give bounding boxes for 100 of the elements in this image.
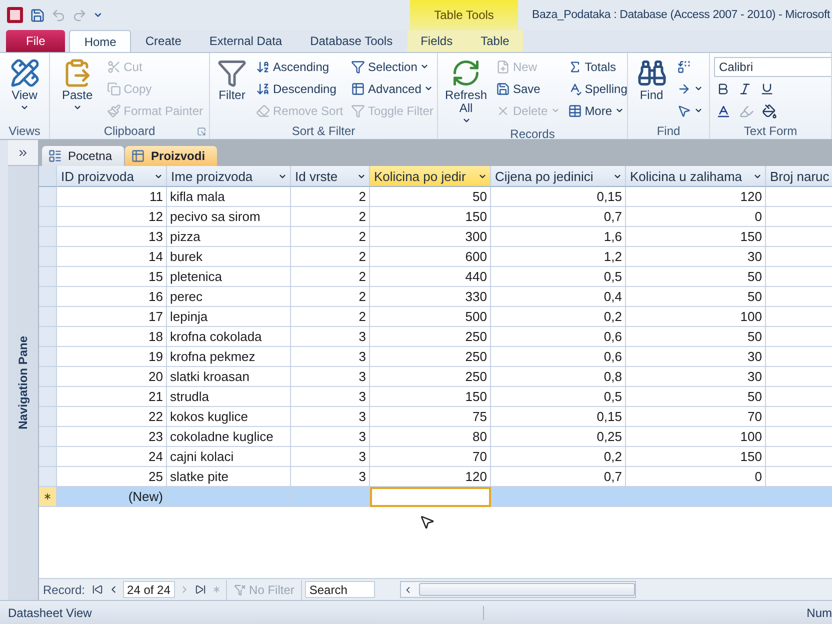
column-header[interactable]: Cijena po jedinici <box>491 166 626 187</box>
column-header[interactable]: ID proizvoda <box>57 166 167 187</box>
dialog-launcher-icon[interactable] <box>197 127 206 136</box>
asterisk-icon <box>42 491 53 502</box>
group-label: Sort & Filter <box>292 124 356 138</box>
fill-color-icon[interactable] <box>762 104 777 119</box>
table-icon <box>568 104 582 118</box>
ribbon-tab[interactable]: External Data <box>195 30 296 52</box>
ribbon-button[interactable]: Descending <box>254 78 346 99</box>
row-selector[interactable] <box>39 227 57 247</box>
bold-icon[interactable] <box>716 82 730 96</box>
row-selector[interactable] <box>39 267 57 287</box>
table-cell: 2 <box>291 267 370 287</box>
table-cell[interactable] <box>167 487 291 507</box>
ribbon-button[interactable]: Find <box>632 56 671 123</box>
new-record-selector[interactable] <box>39 487 57 507</box>
ribbon-tab[interactable]: Fields <box>406 30 467 52</box>
table-cell: burek <box>167 247 291 267</box>
row-selector[interactable] <box>39 307 57 327</box>
table-cell: 0 <box>626 467 766 487</box>
font-name-field[interactable]: Calibri <box>714 57 831 77</box>
table-cell: 250 <box>370 367 491 387</box>
column-header[interactable]: Id vrste <box>291 166 370 187</box>
expand-pane-button[interactable] <box>8 140 38 166</box>
ribbon-button[interactable]: Selection <box>349 56 436 77</box>
table-cell: 150 <box>370 207 491 227</box>
table-cell: 13 <box>57 227 167 247</box>
ribbon-tab[interactable]: File <box>6 30 66 52</box>
document-tab[interactable]: Pocetna <box>42 146 124 166</box>
refresh-icon <box>451 58 481 88</box>
column-header[interactable]: Broj naruc <box>766 166 832 187</box>
row-selector[interactable] <box>39 387 57 407</box>
underline-icon[interactable] <box>760 82 774 96</box>
table-cell[interactable] <box>766 487 832 507</box>
table-cell[interactable] <box>626 487 766 507</box>
ribbon-tab[interactable]: Home <box>69 30 132 52</box>
column-header[interactable]: Kolicina po jedir <box>370 166 491 187</box>
ribbon-button[interactable]: Paste <box>54 56 101 123</box>
row-selector[interactable] <box>39 367 57 387</box>
row-selector[interactable] <box>39 287 57 307</box>
table-cell: 0,7 <box>491 467 626 487</box>
row-selector[interactable] <box>39 427 57 447</box>
row-selector[interactable] <box>39 347 57 367</box>
table-cell: 23 <box>57 427 167 447</box>
table-cell: slatki kroasan <box>167 367 291 387</box>
table-cell: 0,15 <box>491 187 626 207</box>
table-cell: pecivo sa sirom <box>167 207 291 227</box>
contextual-tab-header: Table Tools <box>410 0 518 30</box>
ribbon-tab[interactable]: Table <box>466 30 524 52</box>
navigation-pane[interactable]: Navigation Pane <box>8 166 38 600</box>
ribbon-button[interactable]: Filter <box>214 56 250 123</box>
ribbon-button[interactable]: View <box>4 56 45 123</box>
ribbon-tab[interactable]: Create <box>131 30 196 52</box>
row-selector[interactable] <box>39 247 57 267</box>
ribbon-button[interactable]: Save <box>494 78 562 99</box>
font-color-icon[interactable] <box>716 104 731 119</box>
select-all-corner[interactable] <box>39 166 57 187</box>
table-cell: 0,2 <box>491 447 626 467</box>
caret-icon[interactable] <box>93 10 103 20</box>
ribbon-button[interactable]: Ascending <box>254 56 346 77</box>
row-selector[interactable] <box>39 327 57 347</box>
row-selector[interactable] <box>39 187 57 207</box>
document-tab[interactable]: Proizvodi <box>125 146 218 166</box>
table-cell: 3 <box>291 327 370 347</box>
table-cell[interactable] <box>291 487 370 507</box>
table-cell[interactable] <box>370 487 491 507</box>
table-cell: 19 <box>57 347 167 367</box>
ribbon-button[interactable]: Totals <box>566 56 627 77</box>
search-field[interactable]: Search <box>305 581 376 598</box>
italic-icon[interactable] <box>738 82 752 96</box>
highlight-icon[interactable] <box>739 104 754 119</box>
last-record-icon[interactable] <box>195 584 206 595</box>
row-selector[interactable] <box>39 407 57 427</box>
table-cell: 100 <box>626 307 766 327</box>
ribbon-button[interactable]: More <box>566 100 627 121</box>
record-position-field[interactable]: 24 of 24 <box>123 581 176 598</box>
row-selector[interactable] <box>39 207 57 227</box>
ribbon-button[interactable]: Advanced <box>349 78 436 99</box>
table-cell[interactable] <box>491 487 626 507</box>
ribbon-tab[interactable]: Database Tools <box>296 30 407 52</box>
horizontal-scrollbar[interactable] <box>400 581 636 598</box>
row-selector[interactable] <box>39 447 57 467</box>
table-cell: 0 <box>626 207 766 227</box>
window-title: Baza_Podataka : Database (Access 2007 - 2010) - Microsoft <box>531 9 832 21</box>
table-cell: 3 <box>291 387 370 407</box>
group-label: Text Form <box>744 124 798 138</box>
ribbon-button[interactable]: Spelling <box>566 78 627 99</box>
table-cell: lepinja <box>167 307 291 327</box>
save-icon[interactable] <box>30 8 45 22</box>
scissors-icon <box>106 60 121 74</box>
ribbon-button[interactable]: Refresh All <box>442 56 490 127</box>
table-cell: 1,2 <box>491 247 626 267</box>
table-cell: 50 <box>626 267 766 287</box>
column-header[interactable]: Ime proizvoda <box>167 166 291 187</box>
table-cell: krofna cokolada <box>167 327 291 347</box>
table-cell: 0,2 <box>491 307 626 327</box>
first-record-icon[interactable] <box>92 584 104 595</box>
column-header[interactable]: Kolicina u zalihama <box>626 166 766 187</box>
new-record-cell[interactable]: (New) <box>57 487 167 507</box>
table-cell: 2 <box>291 287 370 307</box>
